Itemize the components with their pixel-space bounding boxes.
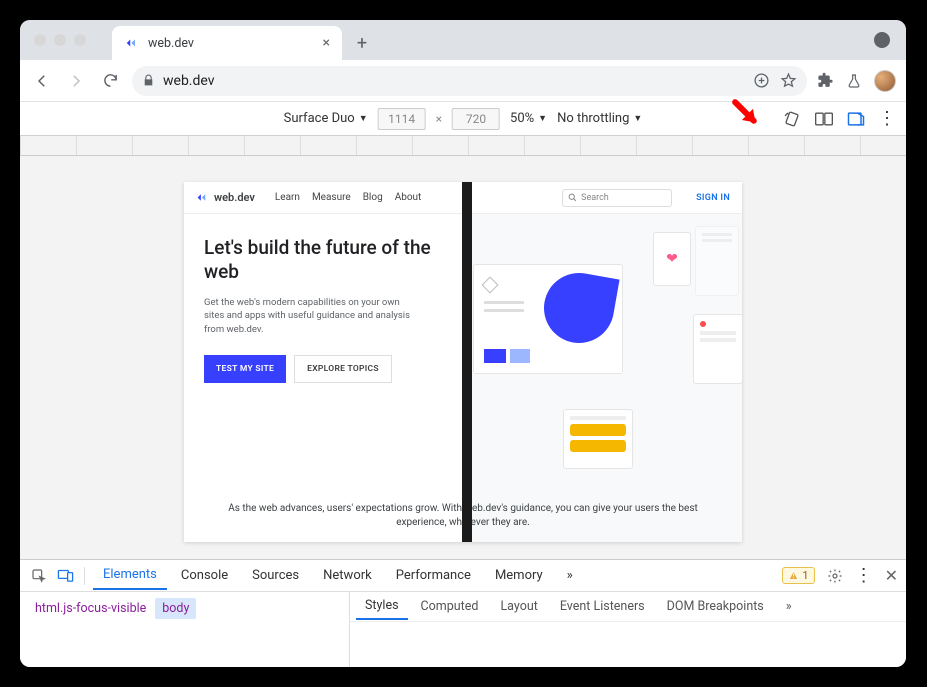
zoom-value: 50%	[510, 111, 534, 126]
add-to-home-icon[interactable]	[753, 72, 770, 89]
browser-tab[interactable]: web.dev ×	[112, 26, 342, 60]
traffic-minimize[interactable]	[54, 34, 66, 46]
extensions-puzzle-icon[interactable]	[817, 72, 834, 89]
throttling-value: No throttling	[557, 111, 629, 126]
height-input[interactable]	[452, 108, 500, 130]
devtools-tabs: Elements Console Sources Network Perform…	[20, 560, 906, 592]
warnings-badge[interactable]: 1	[782, 567, 814, 584]
hero-left: Let's build the future of the web Get th…	[184, 214, 463, 542]
rotate-icon[interactable]	[782, 109, 802, 129]
breadcrumb-html[interactable]: html.js-focus-visible	[28, 598, 153, 619]
elements-tree[interactable]: html.js-focus-visible body	[20, 592, 350, 667]
ruler	[20, 136, 906, 156]
throttling-select[interactable]: No throttling ▼	[557, 111, 642, 126]
new-tab-button[interactable]: +	[348, 29, 376, 57]
tab-console[interactable]: Console	[171, 562, 238, 589]
heart-icon: ❤	[666, 251, 678, 267]
webdev-favicon-icon	[124, 35, 140, 51]
search-placeholder: Search	[581, 193, 609, 203]
back-button[interactable]	[30, 69, 54, 93]
address-bar[interactable]: web.dev	[132, 66, 807, 96]
site-brand: web.dev	[214, 191, 255, 204]
nav-learn[interactable]: Learn	[275, 192, 300, 203]
subtab-event-listeners[interactable]: Event Listeners	[551, 594, 654, 619]
explore-topics-button[interactable]: EXPLORE TOPICS	[294, 355, 392, 383]
site-logo[interactable]: web.dev	[196, 191, 255, 204]
extension-icons	[817, 70, 896, 92]
styles-pane: Styles Computed Layout Event Listeners D…	[350, 592, 906, 667]
subtabs-overflow-icon[interactable]: »	[777, 594, 801, 619]
warning-count: 1	[802, 569, 808, 582]
traffic-close[interactable]	[34, 34, 46, 46]
annotation-arrow-icon	[730, 97, 764, 131]
close-tab-icon[interactable]: ×	[323, 35, 330, 51]
forward-button[interactable]	[64, 69, 88, 93]
device-more-icon[interactable]: ⋮	[878, 108, 896, 129]
profile-avatar[interactable]	[874, 70, 896, 92]
subtab-computed[interactable]: Computed	[412, 594, 488, 619]
browser-toolbar: web.dev	[20, 60, 906, 102]
device-name: Surface Duo	[284, 111, 355, 126]
width-input[interactable]	[378, 108, 426, 130]
toggle-device-toolbar-icon[interactable]	[54, 565, 76, 587]
subtab-styles[interactable]: Styles	[356, 593, 408, 620]
search-icon	[568, 193, 577, 202]
titlebar: web.dev × +	[20, 20, 906, 60]
browser-window: web.dev × + web.dev	[20, 20, 906, 667]
nav-measure[interactable]: Measure	[312, 192, 351, 203]
dropdown-icon: ▼	[633, 113, 642, 124]
tab-performance[interactable]: Performance	[386, 562, 481, 589]
dimension-x: ×	[436, 112, 442, 126]
hero-illustration: ❤	[463, 214, 742, 542]
device-toolbar: Surface Duo ▼ × 50% ▼ No throttling ▼	[20, 102, 906, 136]
site-nav: Learn Measure Blog About	[275, 192, 421, 203]
bookmark-star-icon[interactable]	[780, 72, 797, 89]
devtools-panel: Elements Console Sources Network Perform…	[20, 559, 906, 667]
dropdown-icon: ▼	[359, 113, 368, 124]
tabs-overflow-icon[interactable]: »	[557, 562, 583, 589]
breadcrumb-body[interactable]: body	[155, 598, 196, 619]
inspect-element-icon[interactable]	[28, 565, 50, 587]
nav-blog[interactable]: Blog	[363, 192, 383, 203]
hero-title: Let's build the future of the web	[204, 236, 443, 284]
dom-breadcrumb: html.js-focus-visible body	[28, 598, 341, 619]
emulated-page: web.dev Learn Measure Blog About Search …	[184, 182, 742, 542]
tab-sources[interactable]: Sources	[242, 562, 309, 589]
labs-flask-icon[interactable]	[846, 73, 862, 89]
test-my-site-button[interactable]: TEST MY SITE	[204, 355, 286, 383]
signin-link[interactable]: SIGN IN	[696, 193, 730, 203]
lock-icon	[142, 74, 155, 87]
fold-hinge	[462, 182, 472, 542]
device-select[interactable]: Surface Duo ▼	[284, 111, 368, 126]
url-text: web.dev	[163, 73, 215, 89]
dual-screen-icon[interactable]	[814, 109, 834, 129]
dropdown-icon: ▼	[538, 113, 547, 124]
devtools-more-icon[interactable]: ⋮	[855, 565, 873, 586]
reload-button[interactable]	[98, 69, 122, 93]
tab-network[interactable]: Network	[313, 562, 382, 589]
tab-memory[interactable]: Memory	[485, 562, 553, 589]
close-devtools-icon[interactable]: ✕	[885, 566, 898, 585]
settings-gear-icon[interactable]	[827, 568, 843, 584]
site-search[interactable]: Search	[562, 189, 672, 207]
hero-copy: Get the web's modern capabilities on you…	[204, 296, 414, 337]
omnibox-actions	[753, 72, 797, 89]
subtab-layout[interactable]: Layout	[491, 594, 546, 619]
traffic-zoom[interactable]	[74, 34, 86, 46]
tab-title: web.dev	[148, 36, 315, 51]
nav-about[interactable]: About	[395, 192, 422, 203]
zoom-select[interactable]: 50% ▼	[510, 111, 547, 126]
warning-icon	[788, 570, 799, 581]
device-posture-icon[interactable]	[846, 109, 866, 129]
tab-elements[interactable]: Elements	[93, 561, 167, 590]
window-controls	[34, 34, 86, 46]
subtab-dom-breakpoints[interactable]: DOM Breakpoints	[658, 594, 773, 619]
emulated-viewport-area: web.dev Learn Measure Blog About Search …	[20, 156, 906, 559]
account-menu-icon[interactable]	[874, 32, 890, 48]
